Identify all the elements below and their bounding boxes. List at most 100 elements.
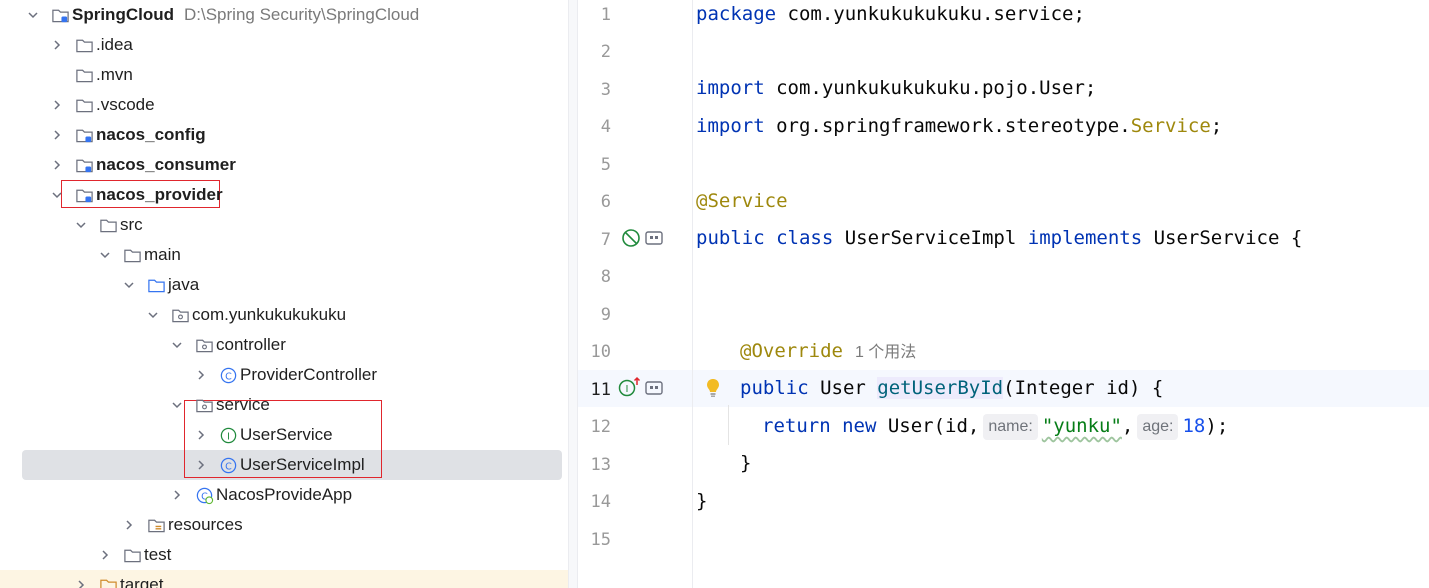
code-line-10[interactable]: @Override 1 个用法 (740, 333, 916, 370)
chevron-right-icon[interactable] (50, 158, 64, 172)
folder-icon (98, 215, 118, 235)
chevron-right-icon[interactable] (50, 128, 64, 142)
module-folder-icon (74, 185, 94, 205)
code-line-13[interactable]: } (740, 445, 751, 482)
tree-item-target[interactable]: target (0, 570, 568, 588)
tree-item-user-service-impl[interactable]: C UserServiceImpl (0, 450, 568, 480)
package-icon (170, 305, 190, 325)
tree-item-label: resources (168, 515, 243, 534)
chevron-right-icon[interactable] (194, 368, 208, 382)
tree-root-springcloud[interactable]: SpringCloud D:\Spring Security\SpringClo… (0, 0, 568, 30)
class-icon: C (218, 455, 238, 475)
code-line-3[interactable]: import com.yunkukukukuku.pojo.User; (696, 70, 1096, 107)
project-tree: SpringCloud D:\Spring Security\SpringClo… (0, 0, 568, 588)
code-editor[interactable]: 1 2 3 4 5 6 7 8 9 10 11 12 13 14 15 I pa… (578, 0, 1429, 588)
chevron-down-icon[interactable] (26, 8, 40, 22)
code-line-12[interactable]: return new User(id, name: "yunku", age: 18); (762, 408, 1228, 445)
chevron-down-icon[interactable] (146, 308, 160, 322)
tree-item-test[interactable]: test (0, 540, 568, 570)
excluded-folder-icon (98, 575, 118, 588)
tree-item-label: nacos_provider (96, 185, 223, 204)
resources-folder-icon (146, 515, 166, 535)
gutter-divider (692, 0, 693, 588)
chevron-right-icon[interactable] (74, 578, 88, 588)
class-icon: C (218, 365, 238, 385)
code-line-6[interactable]: @Service (696, 183, 788, 220)
no-bean-usage-icon[interactable] (620, 227, 642, 249)
tree-item-mvn[interactable]: .mvn (0, 60, 568, 90)
module-folder-icon (74, 155, 94, 175)
tree-item-label: service (216, 395, 270, 414)
line-number: 4 (600, 117, 611, 137)
svg-text:C: C (225, 461, 232, 472)
tree-item-label: main (144, 245, 181, 264)
root-name: SpringCloud (72, 5, 174, 24)
chevron-right-icon[interactable] (50, 38, 64, 52)
chevron-down-icon[interactable] (98, 248, 112, 262)
folder-icon (122, 545, 142, 565)
tree-item-provider-controller[interactable]: C ProviderController (0, 360, 568, 390)
tree-item-label: target (120, 575, 164, 588)
line-number: 2 (600, 42, 611, 62)
tree-item-nacos-config[interactable]: nacos_config (0, 120, 568, 150)
tree-item-label: UserServiceImpl (240, 455, 365, 474)
tree-item-label: NacosProvideApp (216, 485, 353, 504)
package-icon (194, 335, 214, 355)
chevron-down-icon[interactable] (170, 338, 184, 352)
chevron-right-icon[interactable] (122, 518, 136, 532)
panel-splitter[interactable] (568, 0, 578, 588)
chevron-right-icon[interactable] (98, 548, 112, 562)
source-folder-icon (146, 275, 166, 295)
bean-icon[interactable] (644, 229, 664, 247)
tree-item-user-service[interactable]: I UserService (0, 420, 568, 450)
param-hint-age: age: (1137, 413, 1179, 440)
folder-icon (122, 245, 142, 265)
chevron-right-icon[interactable] (194, 428, 208, 442)
root-path: D:\Spring Security\SpringCloud (183, 5, 420, 24)
chevron-down-icon[interactable] (50, 188, 64, 202)
tree-item-label: UserService (240, 425, 333, 444)
implements-method-icon[interactable]: I (618, 376, 642, 398)
tree-item-idea[interactable]: .idea (0, 30, 568, 60)
tree-item-src[interactable]: src (0, 210, 568, 240)
svg-text:C: C (225, 371, 232, 382)
code-line-1[interactable]: package com.yunkukukukuku.service; (696, 0, 1085, 33)
code-line-4[interactable]: import org.springframework.stereotype.Se… (696, 108, 1222, 145)
tree-item-controller[interactable]: controller (0, 330, 568, 360)
tree-item-service[interactable]: service (0, 390, 568, 420)
svg-text:I: I (626, 384, 629, 395)
svg-text:I: I (227, 431, 230, 442)
line-number: 3 (600, 80, 611, 100)
line-number: 14 (590, 492, 611, 512)
tree-item-nacos-provide-app[interactable]: C NacosProvideApp (0, 480, 568, 510)
line-number: 15 (590, 530, 611, 550)
package-icon (194, 395, 214, 415)
tree-item-label: nacos_consumer (96, 155, 236, 174)
code-line-7[interactable]: public class UserServiceImpl implements … (696, 220, 1302, 257)
line-number: 12 (590, 417, 611, 437)
folder-icon (74, 35, 94, 55)
tree-item-label: com.yunkukukukuku (192, 305, 347, 324)
tree-item-main[interactable]: main (0, 240, 568, 270)
chevron-right-icon[interactable] (170, 488, 184, 502)
param-hint-name: name: (983, 413, 1038, 440)
tree-item-package[interactable]: com.yunkukukukuku (0, 300, 568, 330)
chevron-down-icon[interactable] (122, 278, 136, 292)
usages-hint: 1 个用法 (854, 344, 917, 361)
lightbulb-icon[interactable] (704, 377, 722, 399)
tree-item-nacos-consumer[interactable]: nacos_consumer (0, 150, 568, 180)
tree-item-java[interactable]: java (0, 270, 568, 300)
tree-item-label: src (120, 215, 143, 234)
tree-item-vscode[interactable]: .vscode (0, 90, 568, 120)
bean-icon[interactable] (644, 379, 664, 397)
tree-item-nacos-provider[interactable]: nacos_provider (0, 180, 568, 210)
chevron-down-icon[interactable] (170, 398, 184, 412)
line-number: 8 (600, 267, 611, 287)
chevron-right-icon[interactable] (194, 458, 208, 472)
module-folder-icon (74, 125, 94, 145)
chevron-down-icon[interactable] (74, 218, 88, 232)
chevron-right-icon[interactable] (50, 98, 64, 112)
code-line-11[interactable]: public User getUserById(Integer id) { (740, 370, 1163, 407)
code-line-14[interactable]: } (696, 483, 707, 520)
tree-item-resources[interactable]: resources (0, 510, 568, 540)
